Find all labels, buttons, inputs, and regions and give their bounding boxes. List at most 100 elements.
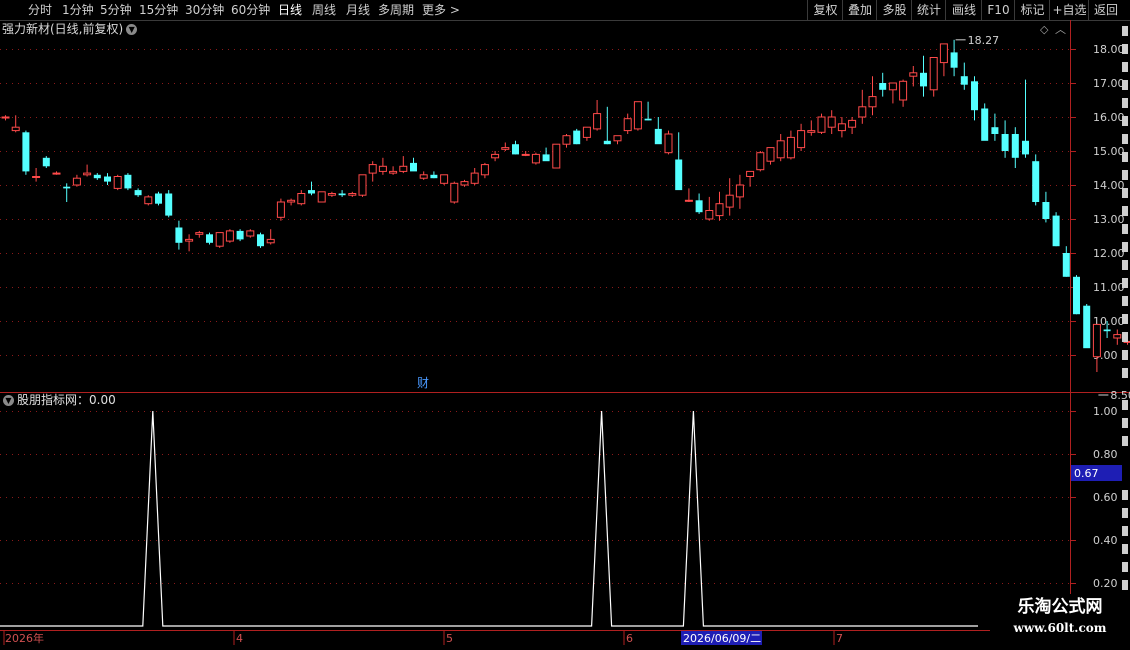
candle-body bbox=[144, 196, 153, 205]
chevron-down-icon[interactable]: ▼ bbox=[3, 395, 14, 406]
candle-body bbox=[827, 116, 836, 128]
candle-body bbox=[644, 118, 652, 121]
indicator-grid bbox=[0, 411, 1070, 584]
candle-body bbox=[920, 72, 927, 87]
watermark-title: 乐淘公式网 bbox=[1017, 597, 1103, 617]
candle-body bbox=[480, 164, 489, 176]
candle-body bbox=[1032, 161, 1040, 202]
date-label-april: 4 bbox=[236, 632, 243, 645]
candle-body bbox=[899, 80, 908, 101]
cursor-date: 2026/06/09/二 bbox=[683, 632, 761, 645]
candle-body bbox=[766, 147, 775, 162]
candle-body bbox=[419, 174, 428, 179]
date-label-year: 2026年 bbox=[5, 631, 44, 645]
indicator-title-bar: ▼ 股朋指标网：0.00 bbox=[2, 392, 116, 408]
candle-body bbox=[725, 194, 734, 208]
candle-body bbox=[695, 200, 703, 213]
high-price-label: 18.27 bbox=[968, 34, 1000, 47]
candle-body bbox=[338, 193, 346, 196]
chevron-up-icon[interactable]: ︿ bbox=[1055, 23, 1066, 36]
candle-body bbox=[756, 152, 765, 171]
candle-body bbox=[531, 153, 540, 164]
candle-body bbox=[603, 140, 611, 145]
candle-body bbox=[939, 43, 948, 64]
candle-body bbox=[512, 144, 519, 155]
candle-body bbox=[991, 127, 999, 134]
candle-body bbox=[971, 81, 978, 111]
indicator-title: 股朋指标网：0.00 bbox=[17, 393, 116, 407]
candle-body bbox=[1011, 134, 1019, 158]
candle-body bbox=[276, 201, 285, 218]
candle-body bbox=[735, 184, 744, 198]
candle-body bbox=[22, 132, 30, 172]
info-strip-marks bbox=[1122, 26, 1128, 590]
indicator-axis-ticks: 1.00 0.80 0.60 0.40 0.20 bbox=[1070, 405, 1118, 590]
candle-body bbox=[1062, 253, 1070, 277]
diamond-icon[interactable]: ◇ bbox=[1040, 23, 1049, 36]
candle-body bbox=[613, 135, 622, 142]
candle-body bbox=[1052, 215, 1060, 247]
candle-body bbox=[807, 130, 816, 133]
candle-body bbox=[684, 199, 693, 202]
candle-body bbox=[63, 186, 71, 189]
candle-body bbox=[1042, 202, 1050, 219]
candle-body bbox=[430, 174, 438, 179]
candle-body bbox=[297, 193, 306, 205]
candle-body bbox=[348, 193, 357, 196]
candle-body bbox=[317, 191, 326, 203]
candle-body bbox=[399, 165, 408, 172]
candle-body bbox=[705, 210, 714, 220]
indicator-tick-label: 0.20 bbox=[1093, 577, 1118, 590]
candle-body bbox=[909, 72, 918, 77]
candle-body bbox=[104, 176, 111, 182]
candle-body bbox=[11, 126, 20, 132]
candle-body bbox=[165, 193, 173, 216]
candle-body bbox=[327, 193, 336, 196]
candle-body bbox=[236, 230, 244, 240]
candle-body bbox=[552, 143, 561, 169]
candle-body bbox=[888, 82, 897, 91]
candle-body bbox=[246, 230, 255, 237]
indicator-tick-label: 0.40 bbox=[1093, 534, 1118, 547]
kline-chart[interactable]: ◇ ︿ 18.0017.0016.0015.0014.0013.0012.001… bbox=[0, 0, 1130, 650]
candlestick-series bbox=[1, 39, 1130, 372]
candle-body bbox=[52, 172, 61, 175]
candle-body bbox=[206, 234, 213, 243]
candle-body bbox=[1001, 134, 1009, 151]
candle-body bbox=[378, 165, 387, 172]
candle-body bbox=[848, 119, 857, 128]
candle-body bbox=[185, 238, 194, 242]
candle-body bbox=[542, 154, 550, 162]
candle-body bbox=[960, 76, 968, 85]
candle-body bbox=[257, 234, 264, 247]
candle-body bbox=[1022, 140, 1029, 155]
indicator-current-value: 0.67 bbox=[1074, 467, 1099, 480]
candle-body bbox=[175, 227, 183, 243]
candle-body bbox=[817, 116, 826, 133]
right-info-strip[interactable] bbox=[1120, 20, 1130, 630]
watermark-logo: 乐淘公式网 www.60lt.com bbox=[990, 594, 1130, 640]
candle-body bbox=[868, 96, 877, 108]
finance-marker[interactable]: 财 bbox=[417, 376, 429, 390]
candle-body bbox=[1073, 276, 1080, 315]
candle-body bbox=[981, 108, 989, 141]
candle-body bbox=[368, 164, 377, 174]
candle-body bbox=[491, 153, 500, 159]
candle-body bbox=[664, 133, 673, 154]
candle-body bbox=[675, 159, 683, 191]
indicator-tick-label: 0.60 bbox=[1093, 491, 1118, 504]
candle-body bbox=[786, 136, 795, 159]
candle-body bbox=[623, 118, 632, 132]
candle-body bbox=[858, 106, 867, 118]
date-label-may: 5 bbox=[446, 632, 453, 645]
candle-body bbox=[715, 203, 724, 217]
candle-body bbox=[776, 140, 785, 159]
indicator-tick-label: 0.80 bbox=[1093, 448, 1118, 461]
candle-body bbox=[195, 232, 204, 235]
indicator-tick-label: 1.00 bbox=[1093, 405, 1118, 418]
candle-body bbox=[450, 182, 459, 203]
candle-body bbox=[308, 190, 315, 194]
candle-body bbox=[562, 135, 571, 145]
candle-body bbox=[950, 52, 958, 68]
candle-body bbox=[593, 113, 602, 130]
